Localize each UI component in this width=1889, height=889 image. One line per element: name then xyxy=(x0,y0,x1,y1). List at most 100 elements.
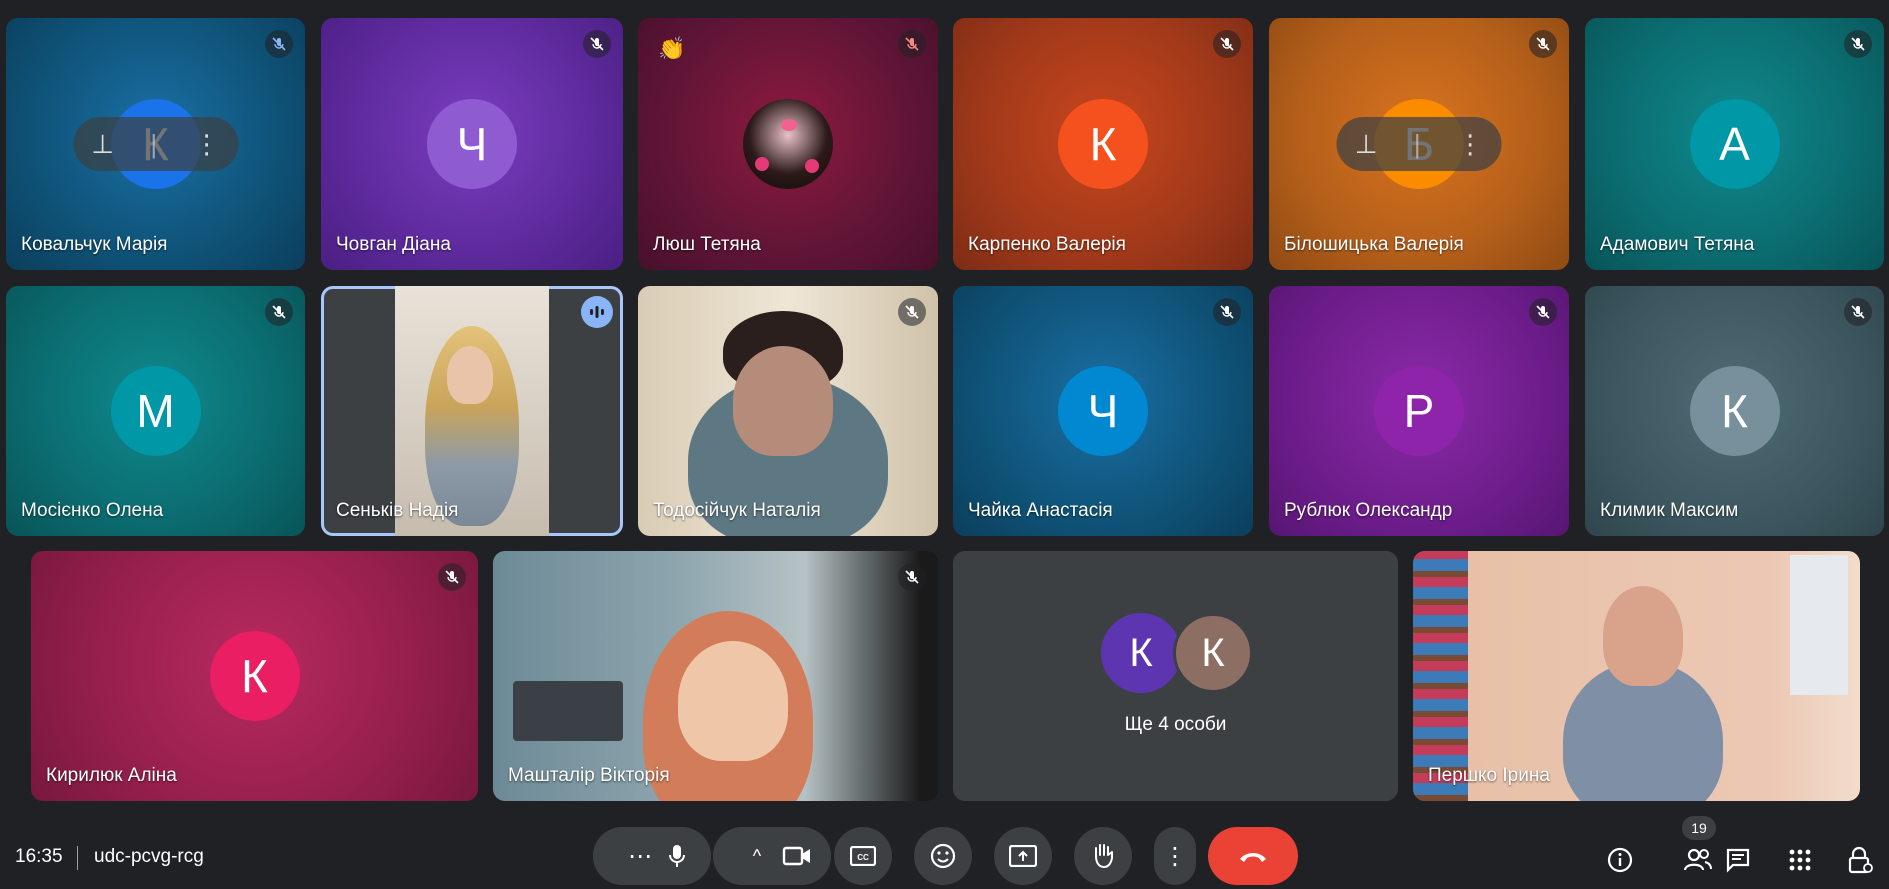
clock: 16:35 xyxy=(15,846,63,867)
activities-button[interactable] xyxy=(1778,838,1822,882)
hang-up-icon xyxy=(1240,853,1266,862)
pin-icon[interactable]: ⊥ xyxy=(91,129,114,160)
participant-video xyxy=(638,286,938,536)
participant-name: Люш Тетяна xyxy=(653,234,761,255)
more-options-icon[interactable]: ⋮ xyxy=(194,129,220,160)
leave-call-button[interactable] xyxy=(1208,827,1298,885)
mic-off-icon xyxy=(1844,30,1872,58)
mic-off-icon xyxy=(898,298,926,326)
participant-name: Кирилюк Аліна xyxy=(46,765,177,786)
mic-off-icon xyxy=(898,30,926,58)
mic-off-icon xyxy=(1844,298,1872,326)
overlay-initial: | xyxy=(150,128,158,159)
mic-options-icon[interactable]: ⋯ xyxy=(615,842,665,871)
participant-tile-speaking[interactable]: Сеньків Надія xyxy=(321,286,623,536)
person-face xyxy=(1603,586,1683,686)
avatar: М xyxy=(110,366,201,456)
tile-options-overlay: ⊥ | ⋮ xyxy=(73,117,238,171)
avatar: Р xyxy=(1374,366,1464,456)
avatar: К xyxy=(209,631,300,721)
avatar: К xyxy=(1689,366,1780,456)
participant-name: Тодосійчук Наталія xyxy=(653,500,821,521)
pin-icon[interactable]: ⊥ xyxy=(1355,129,1378,160)
participant-tile[interactable]: А Адамович Тетяна xyxy=(1585,18,1884,270)
avatar: К xyxy=(1058,99,1148,189)
more-options-button[interactable]: ⋮ xyxy=(1154,827,1196,885)
mic-off-icon xyxy=(1529,30,1557,58)
shelf xyxy=(513,681,623,741)
overlay-initial: | xyxy=(1413,128,1421,159)
participant-name: Карпенко Валерія xyxy=(968,234,1126,255)
apps-grid-icon xyxy=(1789,849,1811,871)
mic-off-icon xyxy=(583,30,611,58)
people-icon xyxy=(1683,848,1712,871)
profile-photo xyxy=(743,99,833,189)
person-face xyxy=(678,641,788,761)
avatar: А xyxy=(1689,99,1780,189)
avatar: Ч xyxy=(427,99,517,189)
lock-person-icon xyxy=(1848,846,1873,874)
raise-hand-button[interactable] xyxy=(1074,827,1132,885)
present-button[interactable] xyxy=(994,827,1052,885)
participant-tile[interactable]: Машталір Вікторія xyxy=(493,551,938,801)
participant-video xyxy=(395,286,549,536)
mic-control[interactable]: ⋯ xyxy=(593,827,711,885)
captions-button[interactable]: CC xyxy=(834,827,892,885)
participant-tile[interactable]: Р Рублюк Олександр xyxy=(1269,286,1569,536)
host-controls-button[interactable] xyxy=(1838,838,1882,882)
participant-tile[interactable]: Ч Чайка Анастасія xyxy=(953,286,1253,536)
chat-icon xyxy=(1726,848,1750,873)
reactions-button[interactable] xyxy=(914,827,972,885)
info-icon xyxy=(1607,847,1633,873)
person-face xyxy=(447,346,493,404)
participant-name: Сеньків Надія xyxy=(336,500,459,521)
tile-options-overlay: ⊥ | ⋮ xyxy=(1336,117,1502,171)
person-face xyxy=(733,346,833,456)
participant-tile[interactable]: К Карпенко Валерія xyxy=(953,18,1253,270)
avatar: Ч xyxy=(1058,366,1148,456)
mic-off-icon xyxy=(265,298,293,326)
mic-off-icon xyxy=(265,30,293,58)
participant-name: Білошицька Валерія xyxy=(1284,234,1464,255)
participant-name: Першко Ірина xyxy=(1428,765,1550,786)
participant-video xyxy=(1413,551,1860,801)
more-participants-tile[interactable]: К К Ще 4 особи xyxy=(953,551,1398,801)
participant-name: Човган Діана xyxy=(336,234,451,255)
more-options-icon[interactable]: ⋮ xyxy=(1457,129,1483,160)
mic-off-icon xyxy=(1213,298,1241,326)
calendar xyxy=(1790,555,1848,695)
camera-control[interactable]: ^ xyxy=(713,827,831,885)
more-label: Ще 4 особи xyxy=(1124,714,1227,735)
chevron-up-icon[interactable]: ^ xyxy=(732,846,782,867)
svg-text:CC: CC xyxy=(857,853,869,862)
bookshelf xyxy=(1413,551,1468,801)
participant-name: Климик Максим xyxy=(1600,500,1739,521)
participant-name: Ковальчук Марія xyxy=(21,234,168,255)
more-avatar: К xyxy=(1101,613,1181,693)
present-screen-icon xyxy=(1009,845,1037,867)
mic-off-icon xyxy=(1213,30,1241,58)
participant-tile[interactable]: Ч Човган Діана xyxy=(321,18,623,270)
mic-icon[interactable] xyxy=(665,842,689,870)
meeting-info-button[interactable] xyxy=(1598,838,1642,882)
people-button[interactable] xyxy=(1676,838,1720,882)
clapping-hands-icon: 👏 xyxy=(658,36,686,61)
participant-tile[interactable]: К Климик Максим xyxy=(1585,286,1884,536)
participant-tile[interactable]: К Кирилюк Аліна xyxy=(31,551,478,801)
participant-tile[interactable]: 👏 Люш Тетяна xyxy=(638,18,938,270)
participant-name: Мосієнко Олена xyxy=(21,500,164,521)
participant-tile[interactable]: М Мосієнко Олена xyxy=(6,286,305,536)
camera-icon[interactable] xyxy=(782,845,812,867)
participant-tile[interactable]: К ⊥ | ⋮ Ковальчук Марія xyxy=(6,18,305,270)
more-avatar: К xyxy=(1173,613,1253,693)
mic-off-icon xyxy=(438,563,466,591)
meeting-code: udc-pcvg-rcg xyxy=(94,846,204,867)
participant-video xyxy=(493,551,938,801)
participant-tile[interactable]: Тодосійчук Наталія xyxy=(638,286,938,536)
speaking-indicator-icon xyxy=(581,296,613,328)
chat-button[interactable] xyxy=(1716,838,1760,882)
participant-tile[interactable]: Б ⊥ | ⋮ Білошицька Валерія xyxy=(1269,18,1569,270)
participant-tile[interactable]: Першко Ірина xyxy=(1413,551,1860,801)
divider xyxy=(77,846,78,870)
captions-icon: CC xyxy=(850,846,876,866)
